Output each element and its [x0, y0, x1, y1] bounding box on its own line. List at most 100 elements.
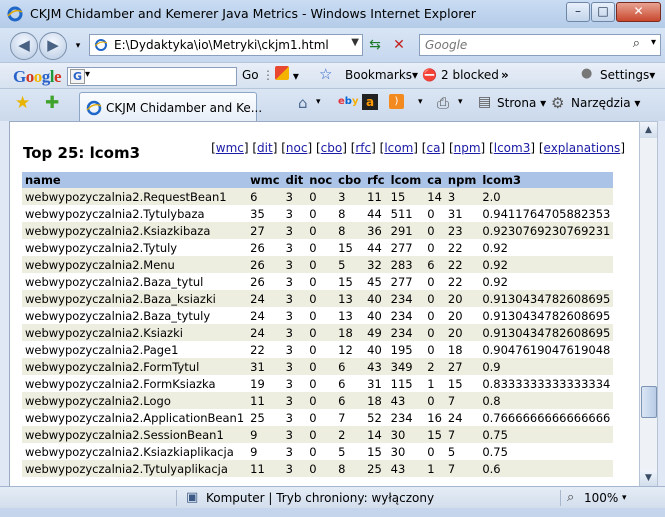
cell-lcom3: 0.9130434782608695: [479, 290, 614, 307]
cell-lcom: 234: [387, 324, 425, 341]
link-lcom[interactable]: lcom: [384, 141, 413, 155]
ebay-icon[interactable]: eby: [338, 96, 359, 107]
table-row: webwypozyczalnia2.Ksiazki 24 3 0 18 49 234 0 20 0…: [22, 324, 614, 341]
minimize-button[interactable]: –: [566, 2, 590, 22]
history-dropdown[interactable]: ▾: [68, 36, 88, 56]
cell-name: webwypozyczalnia2.Tytuly: [22, 239, 248, 256]
cell-cbo: 7: [335, 409, 365, 426]
scroll-down-icon[interactable]: ▼: [640, 470, 657, 486]
tools-gear-icon[interactable]: ⚙: [551, 94, 564, 112]
cell-dit: 3: [282, 460, 307, 477]
tools-menu-button[interactable]: Narzędzia ▾: [571, 96, 640, 110]
favorites-star-icon[interactable]: ★: [15, 93, 30, 113]
cell-npm: 24: [444, 409, 480, 426]
scroll-thumb[interactable]: [641, 386, 657, 418]
cell-cbo: 8: [335, 222, 365, 239]
link-wmc[interactable]: wmc: [216, 141, 244, 155]
cell-name: webwypozyczalnia2.Ksiazkibaza: [22, 222, 248, 239]
cell-rfc: 40: [364, 341, 388, 358]
cell-name: webwypozyczalnia2.Page1: [22, 341, 248, 358]
vertical-scrollbar[interactable]: ▲ ▼: [639, 121, 658, 487]
home-icon[interactable]: ⌂: [298, 94, 308, 112]
link-noc[interactable]: noc: [286, 141, 308, 155]
rss-feed-icon[interactable]: ): [389, 94, 404, 109]
google-go-button[interactable]: Go: [242, 68, 259, 82]
cell-npm: 5: [444, 443, 480, 460]
cell-wmc: 19: [247, 375, 283, 392]
stop-button[interactable]: ✕: [389, 35, 409, 55]
bracket: ]: [480, 141, 490, 155]
search-options-icon[interactable]: ▾: [651, 37, 656, 48]
address-field[interactable]: E:\Dydaktyka\io\Metryki\ckjm1.html ▼: [89, 34, 363, 56]
add-favorite-icon[interactable]: ✚: [45, 93, 59, 113]
zoom-dropdown-icon[interactable]: ▾: [622, 493, 627, 503]
link-cbo[interactable]: cbo: [321, 141, 343, 155]
home-dropdown-icon[interactable]: ▾: [316, 97, 321, 107]
cell-wmc: 24: [247, 290, 283, 307]
url-text[interactable]: E:\Dydaktyka\io\Metryki\ckjm1.html: [114, 38, 329, 52]
cell-noc: 0: [306, 409, 336, 426]
cell-name: webwypozyczalnia2.Ksiazkiaplikacja: [22, 443, 248, 460]
column-header-wmc: wmc: [247, 172, 283, 188]
security-zone-text[interactable]: Komputer | Tryb chroniony: wyłączony: [206, 491, 434, 505]
google-toolbar: Google G ▾ Go ⋮ ▾ ☆ Bookmarks▾ ⛔ 2 block…: [0, 62, 665, 89]
cell-wmc: 9: [247, 443, 283, 460]
bookmarks-button[interactable]: Bookmarks▾: [345, 68, 418, 82]
tab-ckjm[interactable]: CKJM Chidamber and Ke...: [79, 92, 262, 122]
close-button[interactable]: ✕: [616, 2, 661, 22]
maximize-button[interactable]: □: [591, 2, 615, 22]
search-box[interactable]: ⌕ ▾: [419, 34, 661, 56]
scroll-up-icon[interactable]: ▲: [640, 122, 657, 138]
search-input[interactable]: [423, 36, 627, 54]
cell-noc: 0: [306, 290, 336, 307]
link-lcom3[interactable]: lcom3: [494, 141, 531, 155]
column-header-dit: dit: [282, 172, 307, 188]
google-options-button[interactable]: ▾: [275, 66, 299, 83]
cell-npm: 27: [444, 358, 480, 375]
cell-dit: 3: [282, 392, 307, 409]
cell-cbo: 13: [335, 290, 365, 307]
page-title: Top 25: lcom3: [23, 144, 141, 162]
more-tools-button[interactable]: »: [501, 68, 509, 82]
search-icon[interactable]: ⌕: [633, 36, 640, 51]
column-header-ca: ca: [424, 172, 445, 188]
toolbar-options-icon: [275, 66, 289, 80]
address-dropdown-icon[interactable]: ▼: [351, 37, 359, 48]
column-header-rfc: rfc: [364, 172, 388, 188]
cell-lcom: 277: [387, 273, 425, 290]
link-npm[interactable]: npm: [454, 141, 481, 155]
cell-wmc: 24: [247, 307, 283, 324]
page-menu-icon[interactable]: ▤: [478, 94, 491, 110]
popup-blocked-button[interactable]: 2 blocked: [441, 68, 499, 82]
stop-icon: ✕: [393, 37, 405, 53]
page-menu-button[interactable]: Strona ▾: [497, 96, 546, 110]
status-bar: ▣ Komputer | Tryb chroniony: wyłączony ⌕…: [0, 486, 665, 509]
forward-button[interactable]: ▶: [39, 32, 67, 60]
cell-cbo: 6: [335, 358, 365, 375]
settings-button[interactable]: Settings▾: [600, 68, 655, 82]
tab-label: CKJM Chidamber and Ke...: [106, 101, 263, 115]
link-explanations[interactable]: explanations: [544, 141, 621, 155]
cell-lcom3: 0.7666666666666666: [479, 409, 614, 426]
link-dit[interactable]: dit: [257, 141, 273, 155]
print-dropdown-icon[interactable]: ▾: [458, 97, 463, 107]
cell-name: webwypozyczalnia2.Tytulyaplikacja: [22, 460, 248, 477]
print-icon[interactable]: ⎙: [437, 94, 449, 112]
feeds-dropdown-icon[interactable]: ▾: [418, 97, 423, 107]
cell-noc: 0: [306, 392, 336, 409]
google-search-field[interactable]: G ▾: [67, 67, 237, 86]
zoom-level[interactable]: 100%: [584, 491, 618, 505]
back-button[interactable]: ◀: [10, 32, 38, 60]
cell-lcom: 30: [387, 426, 425, 443]
column-header-lcom3: lcom3: [479, 172, 614, 188]
cell-noc: 0: [306, 205, 336, 222]
chevron-down-icon[interactable]: ▾: [85, 69, 90, 80]
table-row: webwypozyczalnia2.ApplicationBean1 25 3 0 7 5…: [22, 409, 614, 426]
amazon-icon[interactable]: a: [362, 94, 378, 110]
link-ca[interactable]: ca: [426, 141, 440, 155]
refresh-button[interactable]: ⇆: [365, 35, 385, 55]
cell-noc: 0: [306, 222, 336, 239]
link-rfc[interactable]: rfc: [355, 141, 371, 155]
metric-links: [wmc] [dit] [noc] [cbo] [rfc] [lcom] [ca…: [211, 141, 625, 155]
table-row: webwypozyczalnia2.Tytuly 26 3 0 15 44 277 0 22 0.…: [22, 239, 614, 256]
